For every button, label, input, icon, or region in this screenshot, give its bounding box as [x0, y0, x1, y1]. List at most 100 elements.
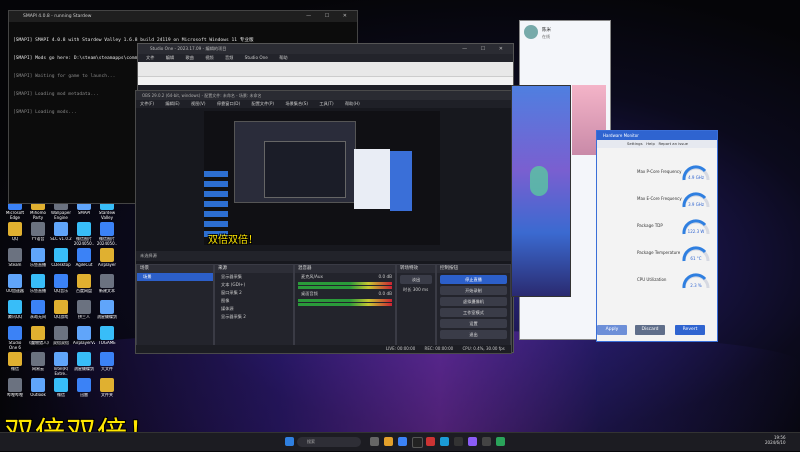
- app-icon[interactable]: [426, 437, 435, 446]
- menu-item[interactable]: 编辑: [166, 55, 174, 60]
- avatar[interactable]: [524, 25, 538, 39]
- menu-item[interactable]: 视频: [205, 55, 213, 60]
- desktop-icon[interactable]: Outlook: [27, 378, 49, 402]
- nav-report[interactable]: Report an issue: [658, 141, 688, 146]
- window-controls[interactable]: — ☐ ✕: [462, 44, 509, 54]
- desktop-icon[interactable]: 永劫无间: [27, 300, 49, 324]
- studio-titlebar[interactable]: Studio One - 2023.17.09 - 编辑的项目 — ☐ ✕: [138, 44, 513, 54]
- explorer-icon[interactable]: [384, 437, 393, 446]
- stop-stream-button[interactable]: 停止直播: [440, 275, 507, 284]
- menu-item[interactable]: 文件(F): [140, 101, 154, 106]
- menu-item[interactable]: 文件: [146, 55, 154, 60]
- desktop-icon[interactable]: 流星蝴蝶剑: [73, 352, 95, 376]
- desktop-icon[interactable]: 拼三人: [73, 300, 95, 324]
- desktop-icon[interactable]: 微信图片 2024050..: [96, 222, 118, 246]
- transition-select[interactable]: 淡出: [400, 275, 432, 284]
- scene-item[interactable]: 场景: [137, 273, 213, 281]
- desktop-icon[interactable]: 百度网盘: [73, 274, 95, 298]
- hw-titlebar[interactable]: Hardware Monitor: [597, 131, 717, 140]
- desktop-icon[interactable]: AirplayerV2: [73, 326, 95, 350]
- desktop-icon[interactable]: 哔哩哔哩: [4, 378, 26, 402]
- desktop-icon[interactable]: SLC v1.0.2: [50, 222, 72, 246]
- source-toolbar[interactable]: 未选择源: [136, 251, 515, 261]
- desktop-icon[interactable]: 乐鱼直播: [27, 274, 49, 298]
- menu-item[interactable]: Studio One: [245, 55, 268, 60]
- virtual-camera-button[interactable]: 虚拟摄像机: [440, 297, 507, 306]
- revert-button[interactable]: Revert: [675, 325, 705, 335]
- source-item[interactable]: 文本 (GDI+): [215, 281, 293, 289]
- wechat-taskbar-icon[interactable]: [496, 437, 505, 446]
- settings-button[interactable]: 设置: [440, 319, 507, 328]
- menu-item[interactable]: 帮助(H): [345, 101, 360, 106]
- desktop-icon[interactable]: UU加速器: [4, 274, 26, 298]
- taskbar-search[interactable]: 搜索: [297, 437, 361, 447]
- menu-item[interactable]: 视图(V): [191, 101, 206, 106]
- console-titlebar[interactable]: SMAPI 4.0.8 - running Stardew — ☐ ✕: [9, 11, 357, 22]
- apply-button[interactable]: Apply: [597, 325, 627, 335]
- source-item[interactable]: 显示器采集: [215, 273, 293, 281]
- desktop-icon[interactable]: QQ: [4, 222, 26, 246]
- app-icon[interactable]: [482, 437, 491, 446]
- desktop-icon[interactable]: 微信图片 2024050..: [73, 222, 95, 246]
- desktop-icon[interactable]: Steam: [4, 248, 26, 272]
- start-icon[interactable]: [285, 437, 294, 446]
- desktop-icon[interactable]: 乐鱼直播: [27, 248, 49, 272]
- app-icon: [100, 248, 114, 262]
- desktop-icon[interactable]: 流星蝴蝶剑: [96, 300, 118, 324]
- desktop-icon[interactable]: Intel(R) Extre..: [50, 352, 72, 376]
- desktop-icon[interactable]: 文件夹: [96, 378, 118, 402]
- terminal-icon[interactable]: [454, 437, 463, 446]
- studio-taskbar-icon[interactable]: [468, 437, 477, 446]
- desktop-icon[interactable]: 网易云: [27, 352, 49, 376]
- menu-item[interactable]: 场景集合(S): [285, 101, 308, 106]
- desktop-icon[interactable]: 微信: [4, 352, 26, 376]
- menu-item[interactable]: 停靠窗口(D): [217, 101, 240, 106]
- scenes-panel: 场景 场景: [136, 264, 214, 346]
- desktop-icon[interactable]: 腾讯QQ: [4, 300, 26, 324]
- desktop-icon[interactable]: Studio One 6: [4, 326, 26, 350]
- desktop-icon[interactable]: 新建文本: [96, 274, 118, 298]
- obs-preview[interactable]: [204, 111, 440, 245]
- start-recording-button[interactable]: 开始录制: [440, 286, 507, 295]
- obs-window[interactable]: OBS 29.0.2 (64-bit, windows) - 配置文件: 未命名…: [135, 90, 515, 354]
- desktop-icon[interactable]: CDesktop: [50, 248, 72, 272]
- desktop-icon[interactable]: QQ音乐: [50, 274, 72, 298]
- desktop-icon[interactable]: 大文件: [96, 352, 118, 376]
- source-item[interactable]: 显示器采集 2: [215, 313, 293, 321]
- desktop-icon[interactable]: TOGAME: [96, 326, 118, 350]
- studio-transport[interactable]: [138, 76, 513, 85]
- menu-item[interactable]: 歌曲: [185, 55, 193, 60]
- desktop-icon[interactable]: 《魔物猎人》: [27, 326, 49, 350]
- window-controls[interactable]: — ☐ ✕: [306, 11, 353, 22]
- source-item[interactable]: 窗口采集 2: [215, 289, 293, 297]
- obs-taskbar-icon[interactable]: [412, 437, 423, 448]
- desktop-icon[interactable]: QQ游戏: [50, 300, 72, 324]
- desktop-icon[interactable]: 双倍双倍: [50, 326, 72, 350]
- studio-mode-button[interactable]: 工作室模式: [440, 308, 507, 317]
- discard-button[interactable]: Discard: [635, 325, 665, 335]
- menu-item[interactable]: 编辑(E): [165, 101, 179, 106]
- game-window[interactable]: [511, 85, 571, 297]
- obs-titlebar[interactable]: OBS 29.0.2 (64-bit, windows) - 配置文件: 未命名…: [136, 91, 511, 100]
- qq-taskbar-icon[interactable]: [440, 437, 449, 446]
- hardware-monitor-window[interactable]: Hardware Monitor Settings Help Report an…: [596, 130, 718, 342]
- desktop-icon[interactable]: Airplayer: [96, 248, 118, 272]
- source-item[interactable]: 媒体源: [215, 305, 293, 313]
- desktop-icon[interactable]: 微信: [50, 378, 72, 402]
- menu-item[interactable]: 帮助: [279, 55, 287, 60]
- edge-icon[interactable]: [398, 437, 407, 446]
- menu-item[interactable]: 工具(T): [319, 101, 333, 106]
- source-item[interactable]: 图像: [215, 297, 293, 305]
- menu-item[interactable]: 音频: [225, 55, 233, 60]
- studio-toolbar[interactable]: [138, 62, 513, 76]
- task-view-icon[interactable]: [370, 437, 379, 446]
- nav-settings[interactable]: Settings: [627, 141, 643, 146]
- exit-button[interactable]: 退出: [440, 330, 507, 339]
- nav-help[interactable]: Help: [646, 141, 655, 146]
- menu-item[interactable]: 配置文件(P): [252, 101, 275, 106]
- desktop-icon[interactable]: 迅雷: [73, 378, 95, 402]
- desktop-icon[interactable]: YY语音: [27, 222, 49, 246]
- app-icon: [100, 300, 114, 314]
- desktop-icon[interactable]: AgileCut: [73, 248, 95, 272]
- clock[interactable]: 19:56 2024/6/10: [765, 435, 786, 445]
